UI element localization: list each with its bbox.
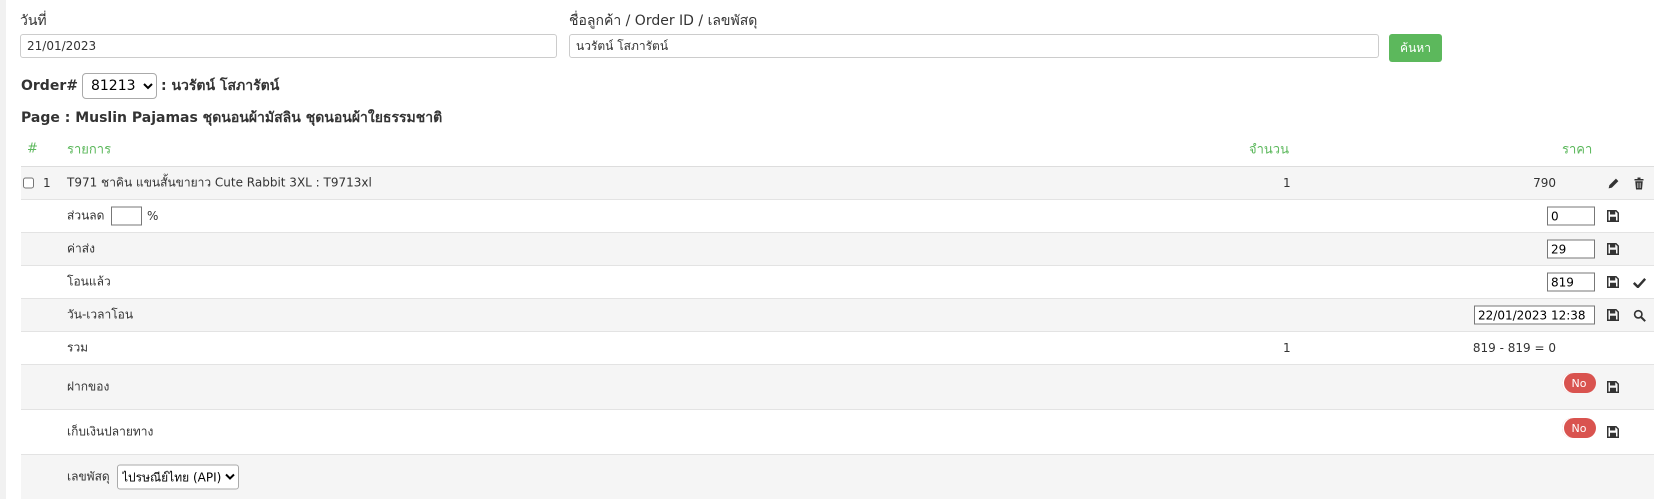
discount-amount-input[interactable]: [1547, 206, 1595, 226]
table-row-cod: เก็บเงินปลายทาง No: [21, 410, 1654, 455]
date-input[interactable]: [20, 34, 557, 58]
shipping-label: ค่าส่ง: [67, 241, 95, 256]
save-icon[interactable]: [1606, 275, 1620, 289]
item-qty: 1: [1283, 176, 1291, 190]
header-item: รายการ: [67, 142, 112, 158]
save-icon[interactable]: [1606, 425, 1620, 439]
page-title: Page : Muslin Pajamas ชุดนอนผ้ามัสลิน ชุ…: [21, 110, 443, 126]
search-button[interactable]: ค้นหา: [1389, 34, 1442, 62]
save-icon[interactable]: [1606, 209, 1620, 223]
order-table: # รายการ จำนวน ราคา 1 T971 ชาคิน แขนสั้น…: [21, 132, 1654, 499]
tracking-label: เลขพัสดุ: [67, 469, 110, 484]
header-price: ราคา: [1562, 142, 1593, 158]
customer-search-input[interactable]: [569, 34, 1379, 58]
table-row-deposit: ฝากของ No: [21, 365, 1654, 410]
date-label: วันที่: [20, 13, 47, 29]
header-qty: จำนวน: [1249, 142, 1289, 158]
deposit-label: ฝากของ: [67, 379, 110, 394]
table-row-tracking: เลขพัสดุ ไปรษณีย์ไทย (API): [21, 455, 1654, 499]
shipping-input[interactable]: [1547, 239, 1595, 259]
save-icon[interactable]: [1606, 380, 1620, 394]
trash-icon[interactable]: [1632, 176, 1646, 190]
order-customer-name: : นวรัตน์ โสภารัตน์: [160, 78, 280, 94]
total-value: 819 - 819 = 0: [1472, 341, 1556, 355]
discount-label: ส่วนลด: [67, 208, 105, 223]
table-row-item: 1 T971 ชาคิน แขนสั้นขายาว Cute Rabbit 3X…: [21, 167, 1654, 200]
item-name: T971 ชาคิน แขนสั้นขายาว Cute Rabbit 3XL …: [67, 175, 372, 190]
order-select[interactable]: 81213: [81, 73, 157, 99]
discount-unit: %: [147, 209, 159, 223]
save-icon[interactable]: [1606, 308, 1620, 322]
table-row-transferred: โอนแล้ว: [21, 266, 1654, 299]
carrier-select[interactable]: ไปรษณีย์ไทย (API): [117, 464, 239, 490]
discount-percent-input[interactable]: [111, 206, 142, 226]
item-index: 1: [43, 176, 51, 190]
transfer-time-input[interactable]: [1474, 305, 1595, 325]
deposit-toggle[interactable]: No: [1562, 373, 1596, 393]
check-icon[interactable]: [1632, 275, 1646, 289]
cod-toggle[interactable]: No: [1562, 418, 1596, 438]
header-num: #: [27, 141, 38, 157]
table-row-total: รวม 1 819 - 819 = 0: [21, 332, 1654, 365]
save-icon[interactable]: [1606, 242, 1620, 256]
order-prefix: Order#: [21, 78, 78, 94]
table-row-shipping: ค่าส่ง: [21, 233, 1654, 266]
table-row-discount: ส่วนลด %: [21, 200, 1654, 233]
table-header: # รายการ จำนวน ราคา: [21, 132, 1654, 167]
item-price: 790: [1533, 176, 1556, 190]
transferred-input[interactable]: [1547, 272, 1595, 292]
order-line: Order# 81213 : นวรัตน์ โสภารัตน์: [21, 73, 279, 99]
table-row-transfer-time: วัน-เวลาโอน: [21, 299, 1654, 332]
item-checkbox[interactable]: [23, 177, 34, 189]
transfer-time-label: วัน-เวลาโอน: [67, 307, 134, 322]
total-qty: 1: [1283, 341, 1291, 355]
cod-label: เก็บเงินปลายทาง: [67, 424, 154, 439]
total-label: รวม: [67, 340, 89, 355]
left-edge: [0, 0, 6, 499]
edit-icon[interactable]: [1606, 176, 1620, 190]
customer-search-label: ชื่อลูกค้า / Order ID / เลขพัสดุ: [569, 13, 758, 29]
search-icon[interactable]: [1632, 308, 1646, 322]
transferred-label: โอนแล้ว: [67, 274, 111, 289]
